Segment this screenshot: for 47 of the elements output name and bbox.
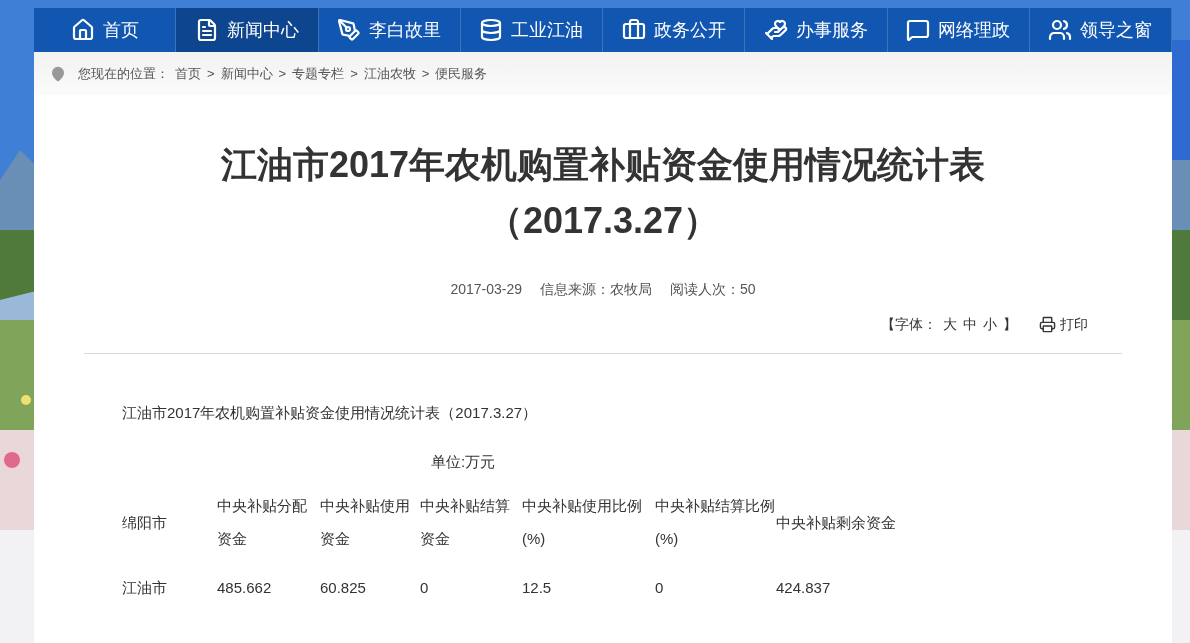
breadcrumb-label: 您现在的位置： xyxy=(78,64,169,83)
article-meta: 信息来源：农牧局 xyxy=(540,280,652,299)
column-header: 绵阳市 xyxy=(122,485,217,559)
article-title: 江油市2017年农机购置补贴资金使用情况统计表 xyxy=(220,143,986,187)
table-cell-text: 424.837 xyxy=(776,578,832,598)
font-size-bracket: 】 xyxy=(1003,315,1017,334)
pen-icon xyxy=(337,18,362,42)
column-header: 中央补贴使用资金 xyxy=(320,485,420,559)
unit-label: 单位:万元 xyxy=(431,451,497,472)
column-header: 中央补贴分配资金 xyxy=(217,485,320,559)
article-subtitle: （2017.3.27） xyxy=(486,199,720,243)
font-size-link[interactable]: 小 xyxy=(983,314,997,335)
breadcrumb-separator: > xyxy=(207,64,215,83)
table-cell: 12.5 xyxy=(522,559,655,604)
briefcase-icon xyxy=(621,18,646,42)
table-cell: 485.662 xyxy=(217,559,320,604)
breadcrumb-link[interactable]: 专题专栏 xyxy=(292,63,345,84)
table-cell-text: 0 xyxy=(420,578,430,598)
breadcrumb-link[interactable]: 新闻中心 xyxy=(220,63,273,84)
breadcrumb-link[interactable]: 江油农牧 xyxy=(363,63,416,84)
barrel-icon xyxy=(479,18,504,42)
printer-icon xyxy=(1039,316,1056,333)
breadcrumb-separator: > xyxy=(350,64,358,83)
font-size-label: 【字体： xyxy=(881,315,937,334)
house-icon xyxy=(70,18,95,42)
table-cell: 60.825 xyxy=(320,559,420,604)
table-cell: 江油市 xyxy=(122,559,217,604)
breadcrumb-link[interactable]: 便民服务 xyxy=(435,63,488,84)
column-header: 中央补贴剩余资金 xyxy=(776,512,897,533)
body-title: 江油市2017年农机购置补贴资金使用情况统计表（2017.3.27） xyxy=(122,403,539,423)
users-icon xyxy=(1048,18,1073,42)
column-header: 中央补贴结算比例(%) xyxy=(655,496,776,549)
location-pin-icon xyxy=(50,65,66,82)
breadcrumb-link[interactable]: 首页 xyxy=(175,63,201,84)
chat-icon xyxy=(906,18,931,42)
font-size-link[interactable]: 中 xyxy=(963,314,977,335)
column-header: 中央补贴结算资金 xyxy=(420,485,522,559)
hand-icon xyxy=(763,18,788,42)
font-size-link[interactable]: 大 xyxy=(943,314,957,335)
article-meta: 阅读人次：50 xyxy=(670,280,756,299)
nav-tab[interactable]: 新闻中心 xyxy=(176,8,319,52)
breadcrumb-separator: > xyxy=(421,64,430,83)
breadcrumb-separator: > xyxy=(278,64,287,83)
table-cell: 0 xyxy=(655,559,776,604)
print-button[interactable]: 打印 xyxy=(1039,314,1088,335)
column-header: 中央补贴使用比例(%) xyxy=(522,485,655,559)
article-meta: 2017-03-29 xyxy=(450,280,522,299)
